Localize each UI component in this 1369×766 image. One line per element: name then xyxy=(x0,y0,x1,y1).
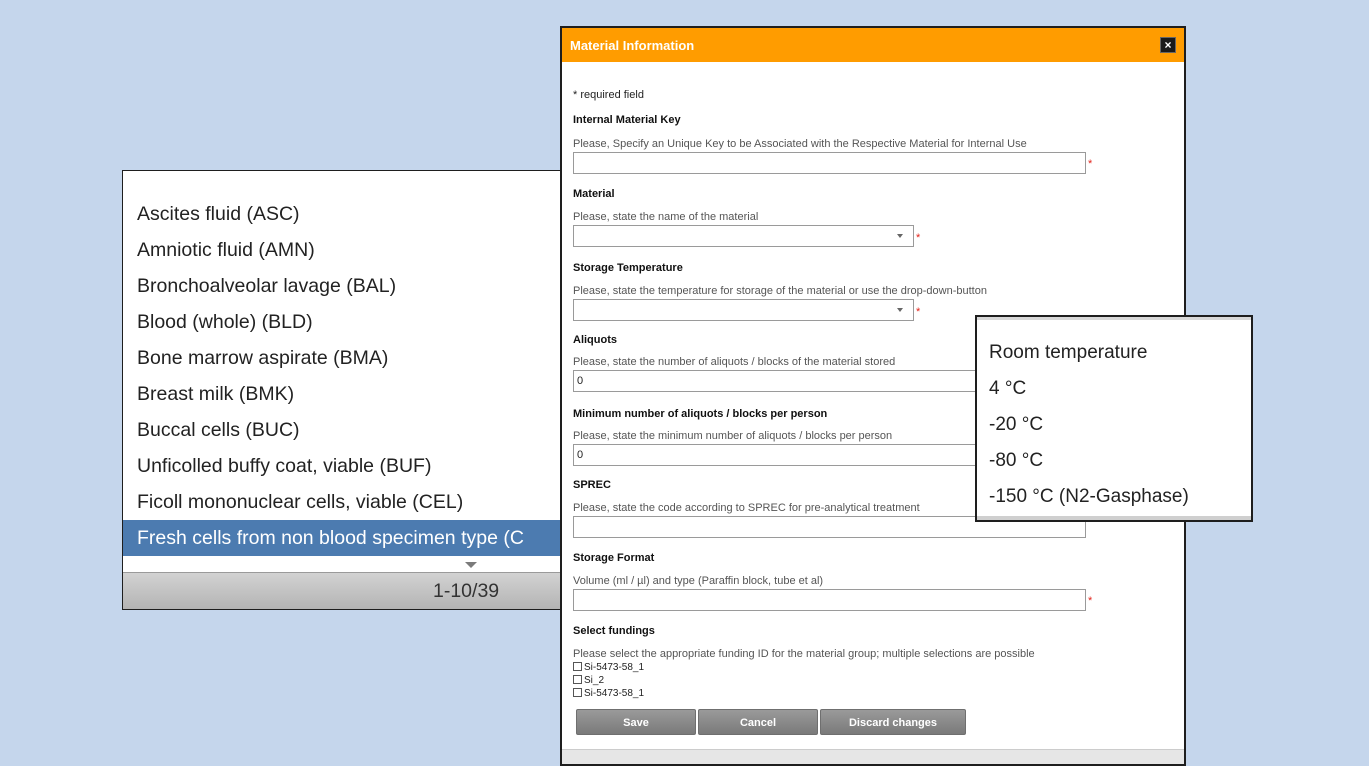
material-option[interactable]: Unficolled buffy coat, viable (BUF) xyxy=(123,448,561,484)
aliquots-hint: Please, state the number of aliquots / b… xyxy=(573,356,896,368)
material-option[interactable]: Buccal cells (BUC) xyxy=(123,412,561,448)
material-option[interactable]: Breast milk (BMK) xyxy=(123,376,561,412)
min-aliquots-label: Minimum number of aliquots / blocks per … xyxy=(573,408,828,420)
sprec-hint: Please, state the code according to SPRE… xyxy=(573,502,920,514)
required-star: * xyxy=(916,306,921,318)
temperature-dropdown-zoom: Room temperature 4 °C -20 °C -80 °C -150… xyxy=(975,315,1253,522)
temperature-option[interactable]: 4 °C xyxy=(977,371,1251,407)
temperature-option[interactable]: -20 °C xyxy=(977,407,1251,443)
chevron-down-icon xyxy=(465,562,477,568)
close-icon[interactable]: × xyxy=(1160,37,1176,53)
funding-option-label: Si_2 xyxy=(584,675,605,686)
checkbox-icon[interactable] xyxy=(573,675,582,684)
dropdown-top-edge xyxy=(977,317,1251,320)
save-button[interactable]: Save xyxy=(576,709,696,735)
material-option[interactable]: Bone marrow aspirate (BMA) xyxy=(123,340,561,376)
fundings-hint: Please select the appropriate funding ID… xyxy=(573,648,1035,660)
material-select[interactable] xyxy=(573,225,914,247)
material-option[interactable]: Amniotic fluid (AMN) xyxy=(123,232,561,268)
fundings-label: Select fundings xyxy=(573,625,655,637)
list-pager: 1-10/39 xyxy=(123,572,561,609)
checkbox-icon[interactable] xyxy=(573,662,582,671)
storage-format-label: Storage Format xyxy=(573,552,655,564)
funding-option[interactable]: Si_2 xyxy=(573,675,604,687)
material-option[interactable]: Blood (whole) (BLD) xyxy=(123,304,561,340)
min-aliquots-hint: Please, state the minimum number of aliq… xyxy=(573,430,893,442)
material-option-selected[interactable]: Fresh cells from non blood specimen type… xyxy=(123,520,561,556)
cancel-button[interactable]: Cancel xyxy=(698,709,818,735)
dialog-title: Material Information xyxy=(570,38,695,53)
storage-temperature-label: Storage Temperature xyxy=(573,262,683,274)
funding-option[interactable]: Si-5473-58_1 xyxy=(573,688,644,700)
pager-text: 1-10/39 xyxy=(433,580,500,602)
internal-key-label: Internal Material Key xyxy=(573,114,681,126)
required-star: * xyxy=(1088,158,1093,170)
checkbox-icon[interactable] xyxy=(573,688,582,697)
temperature-option[interactable]: Room temperature xyxy=(977,335,1251,371)
storage-format-input[interactable] xyxy=(573,589,1086,611)
funding-option-label: Si-5473-58_1 xyxy=(584,688,645,699)
material-option[interactable]: Ficoll mononuclear cells, viable (CEL) xyxy=(123,484,561,520)
required-star: * xyxy=(1088,595,1093,607)
funding-option[interactable]: Si-5473-58_1 xyxy=(573,662,644,674)
storage-temperature-hint: Please, state the temperature for storag… xyxy=(573,285,987,297)
storage-temperature-select[interactable] xyxy=(573,299,914,321)
internal-key-hint: Please, Specify an Unique Key to be Asso… xyxy=(573,138,1027,150)
temperature-options-list: Room temperature 4 °C -20 °C -80 °C -150… xyxy=(977,335,1251,515)
storage-format-hint: Volume (ml / µl) and type (Paraffin bloc… xyxy=(573,575,824,587)
aliquots-label: Aliquots xyxy=(573,334,617,346)
dialog-header: Material Information × xyxy=(562,28,1184,62)
dropdown-bottom-edge xyxy=(977,516,1251,520)
temperature-option[interactable]: -80 °C xyxy=(977,443,1251,479)
funding-option-label: Si-5473-58_1 xyxy=(584,662,645,673)
material-option[interactable]: Bronchoalveolar lavage (BAL) xyxy=(123,268,561,304)
material-hint: Please, state the name of the material xyxy=(573,211,759,223)
internal-key-input[interactable] xyxy=(573,152,1086,174)
material-options-list: Ascites fluid (ASC) Amniotic fluid (AMN)… xyxy=(123,196,561,556)
chevron-down-icon xyxy=(897,308,903,312)
discard-changes-button[interactable]: Discard changes xyxy=(820,709,966,735)
chevron-down-icon xyxy=(897,234,903,238)
material-list-zoom: Ascites fluid (ASC) Amniotic fluid (AMN)… xyxy=(122,170,562,610)
required-note: * required field xyxy=(573,89,644,101)
temperature-option[interactable]: -150 °C (N2-Gasphase) xyxy=(977,479,1251,515)
material-label: Material xyxy=(573,188,615,200)
sprec-label: SPREC xyxy=(573,479,611,491)
material-option[interactable]: Ascites fluid (ASC) xyxy=(123,196,561,232)
required-star: * xyxy=(916,232,921,244)
